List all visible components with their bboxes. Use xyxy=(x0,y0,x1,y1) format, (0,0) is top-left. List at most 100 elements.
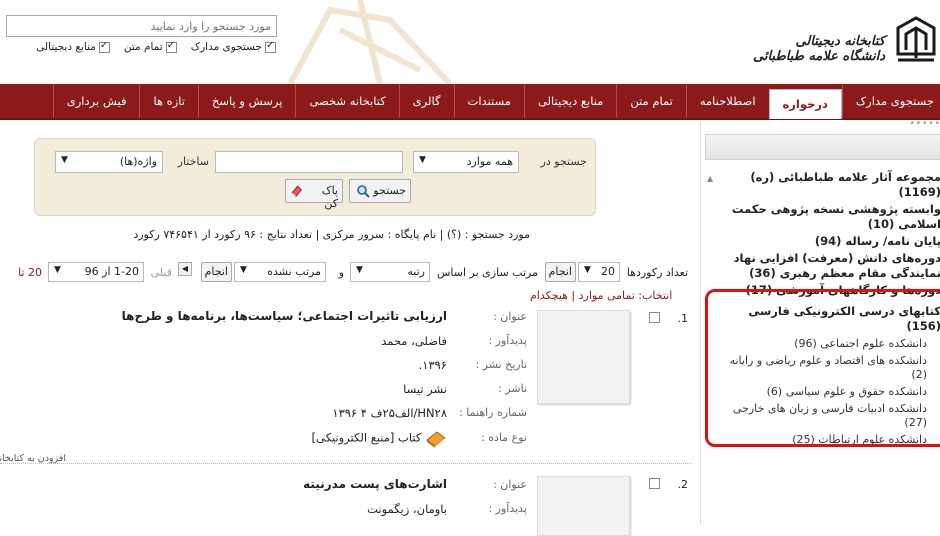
nav-notes[interactable]: فیش برداری xyxy=(52,84,140,118)
record-material-text: کتاب [منبع الکترونیکی] xyxy=(311,430,422,445)
chevron-down-icon: ▼ xyxy=(356,265,363,275)
results-main: جستجو در همه موارد ▼ ساختار واژه(ها) ▼ ج… xyxy=(0,122,700,536)
search-in-select[interactable]: همه موارد ▼ xyxy=(413,151,519,173)
records-count-select[interactable]: 20 ▼ xyxy=(578,262,620,282)
site-header: جستجوی مدارک تمام متن منابع دیجیتالی کتا… xyxy=(0,0,940,84)
facet-item[interactable]: مجموعه آثار علامه طباطبائی (ره) (1169) xyxy=(715,170,940,200)
search-options: جستجوی مدارک تمام متن منابع دیجیتالی xyxy=(0,40,276,53)
sort-label: مرتب سازی بر اساس xyxy=(437,266,538,279)
option-digital-label: منابع دیجیتالی xyxy=(36,41,96,53)
result-record: 2. عنوان : اشارت‌های پست مدرنیته پدیدآور… xyxy=(0,470,692,536)
library-logo-text: کتابخانه دیجیتالی دانشگاه علامه طباطبائی xyxy=(753,34,885,64)
next-page-link[interactable]: 20 تا xyxy=(18,266,42,279)
search-button-label: جستجو xyxy=(373,184,406,197)
chevron-down-icon: ▼ xyxy=(54,265,61,275)
checkbox-documents[interactable] xyxy=(265,40,276,53)
structure-select[interactable]: واژه(ها) ▼ xyxy=(55,151,163,173)
result-record: 1. عنوان : ارزیابی تاثیرات اجتماعی؛ سیاس… xyxy=(0,304,692,464)
record-publisher: نشر تیسا xyxy=(403,382,447,396)
checkbox-fulltext[interactable] xyxy=(165,40,177,53)
records-do-label: انجام xyxy=(548,265,572,278)
record-number: 2. xyxy=(677,478,689,491)
results-toolbar: تعداد رکوردها 20 ▼ انجام مرتب سازی بر اس… xyxy=(0,262,692,282)
page-range-select[interactable]: 1-20 از 96 ▼ xyxy=(48,262,144,282)
sort-and-label: و xyxy=(338,266,344,279)
watermark-graphic xyxy=(287,0,453,84)
record-checkbox[interactable] xyxy=(649,312,660,323)
nav-personal-library[interactable]: کتابخانه شخصی xyxy=(295,84,398,118)
book-icon xyxy=(426,431,446,448)
search-input[interactable] xyxy=(6,15,277,37)
field-label: عنوان : xyxy=(493,310,527,323)
record-author[interactable]: باومان، زیگمونت xyxy=(367,502,447,516)
chevron-down-icon: ▼ xyxy=(240,265,247,275)
record-checkbox[interactable] xyxy=(649,478,660,489)
page-range-value: 1-20 از 96 xyxy=(84,265,139,278)
chevron-down-icon: ▼ xyxy=(584,265,591,275)
record-title[interactable]: اشارت‌های پست مدرنیته xyxy=(303,477,447,491)
structure-value: واژه(ها) xyxy=(119,155,157,168)
field-label: عنوان : xyxy=(493,478,527,491)
nav-thesaurus-tree[interactable]: درخواره xyxy=(768,89,842,119)
nav-new-items[interactable]: تازه ها xyxy=(139,84,198,118)
records-count-value: 20 xyxy=(601,265,615,278)
record-author[interactable]: فاضلی، محمد xyxy=(381,334,447,348)
record-thumbnail[interactable] xyxy=(537,310,630,404)
select-all-none[interactable]: انتخاب: تمامی موارد | هیچکدام xyxy=(530,289,672,302)
structure-label: ساختار xyxy=(177,155,209,168)
record-thumbnail[interactable] xyxy=(537,476,630,536)
magnifier-icon xyxy=(357,185,370,198)
previous-page-link[interactable]: قبلی xyxy=(151,266,172,279)
sidebar-dots: ••••• xyxy=(909,119,940,129)
field-label: نوع ماده : xyxy=(481,431,527,444)
sort-field-select[interactable]: رتبه ▼ xyxy=(350,262,430,282)
highlight-annotation xyxy=(705,289,940,447)
option-fulltext[interactable]: تمام متن xyxy=(124,40,177,53)
university-emblem-icon xyxy=(896,16,936,62)
sidebar-header xyxy=(705,134,940,160)
library-logo[interactable]: کتابخانه دیجیتالی دانشگاه علامه طباطبائی xyxy=(750,14,940,66)
record-title[interactable]: ارزیابی تاثیرات اجتماعی؛ سیاست‌ها، برنام… xyxy=(122,309,447,323)
records-count-label: تعداد رکوردها xyxy=(626,266,688,279)
sort-order-value: مرتب نشده xyxy=(267,265,321,278)
eraser-icon xyxy=(291,185,303,198)
nav-gallery[interactable]: گالری xyxy=(398,84,454,118)
nav-glossary[interactable]: اصطلاحنامه xyxy=(685,84,769,118)
record-number: 1. xyxy=(677,312,689,325)
sort-do-label: انجام xyxy=(204,265,228,278)
chevron-down-icon: ▼ xyxy=(61,155,68,165)
facet-item[interactable]: پایان نامه/ رساله (94) xyxy=(715,234,940,249)
scroll-up-icon[interactable]: ▲ xyxy=(707,174,713,183)
sort-field-value: رتبه xyxy=(407,265,425,278)
previous-page-icon[interactable]: ◀ xyxy=(178,262,192,276)
record-call-number: HN۲۸/الف۲۵ف ۴ ۱۳۹۶ xyxy=(332,406,447,420)
clear-button-label: پاک کن xyxy=(321,184,338,210)
field-label: پدیدآور : xyxy=(488,502,527,515)
option-documents-label: جستجوی مدارک xyxy=(190,41,262,53)
option-digital[interactable]: منابع دیجیتالی xyxy=(36,40,110,53)
nav-fulltext[interactable]: تمام متن xyxy=(616,84,686,118)
records-do-button[interactable]: انجام xyxy=(544,262,576,282)
nav-documents[interactable]: مستندات xyxy=(453,84,524,118)
record-separator xyxy=(0,463,692,464)
nav-document-search[interactable]: جستجوی مدارک xyxy=(841,84,940,118)
main-nav: جستجوی مدارک درخواره اصطلاحنامه تمام متن… xyxy=(0,84,940,120)
field-label: ناشر : xyxy=(498,382,527,395)
clear-button[interactable]: پاک کن xyxy=(285,179,343,210)
search-button[interactable]: جستجو xyxy=(349,179,411,203)
sort-do-button[interactable]: انجام xyxy=(200,262,232,282)
facet-item[interactable]: وابسته پژوهشی نسخه پژوهی حکمت اسلامی (10… xyxy=(715,202,940,232)
checkbox-digital[interactable] xyxy=(98,40,110,53)
record-date: ۱۳۹۶. xyxy=(418,358,447,372)
sort-order-select[interactable]: مرتب نشده ▼ xyxy=(234,262,326,282)
field-label: تاریخ نشر : xyxy=(475,358,527,371)
search-in-value: همه موارد xyxy=(466,155,513,168)
facet-item[interactable]: دوره‌های دانش (معرفت) افزایی نهاد نمایند… xyxy=(715,251,940,281)
option-documents[interactable]: جستجوی مدارک xyxy=(190,40,276,53)
nav-digital-resources[interactable]: منابع دیجیتالی xyxy=(523,84,616,118)
search-term-input[interactable] xyxy=(215,151,403,173)
search-in-label: جستجو در xyxy=(540,155,587,168)
nav-qa[interactable]: پرسش و پاسخ xyxy=(197,84,295,118)
field-label: پدیدآور : xyxy=(488,334,527,347)
chevron-down-icon: ▼ xyxy=(419,155,426,165)
